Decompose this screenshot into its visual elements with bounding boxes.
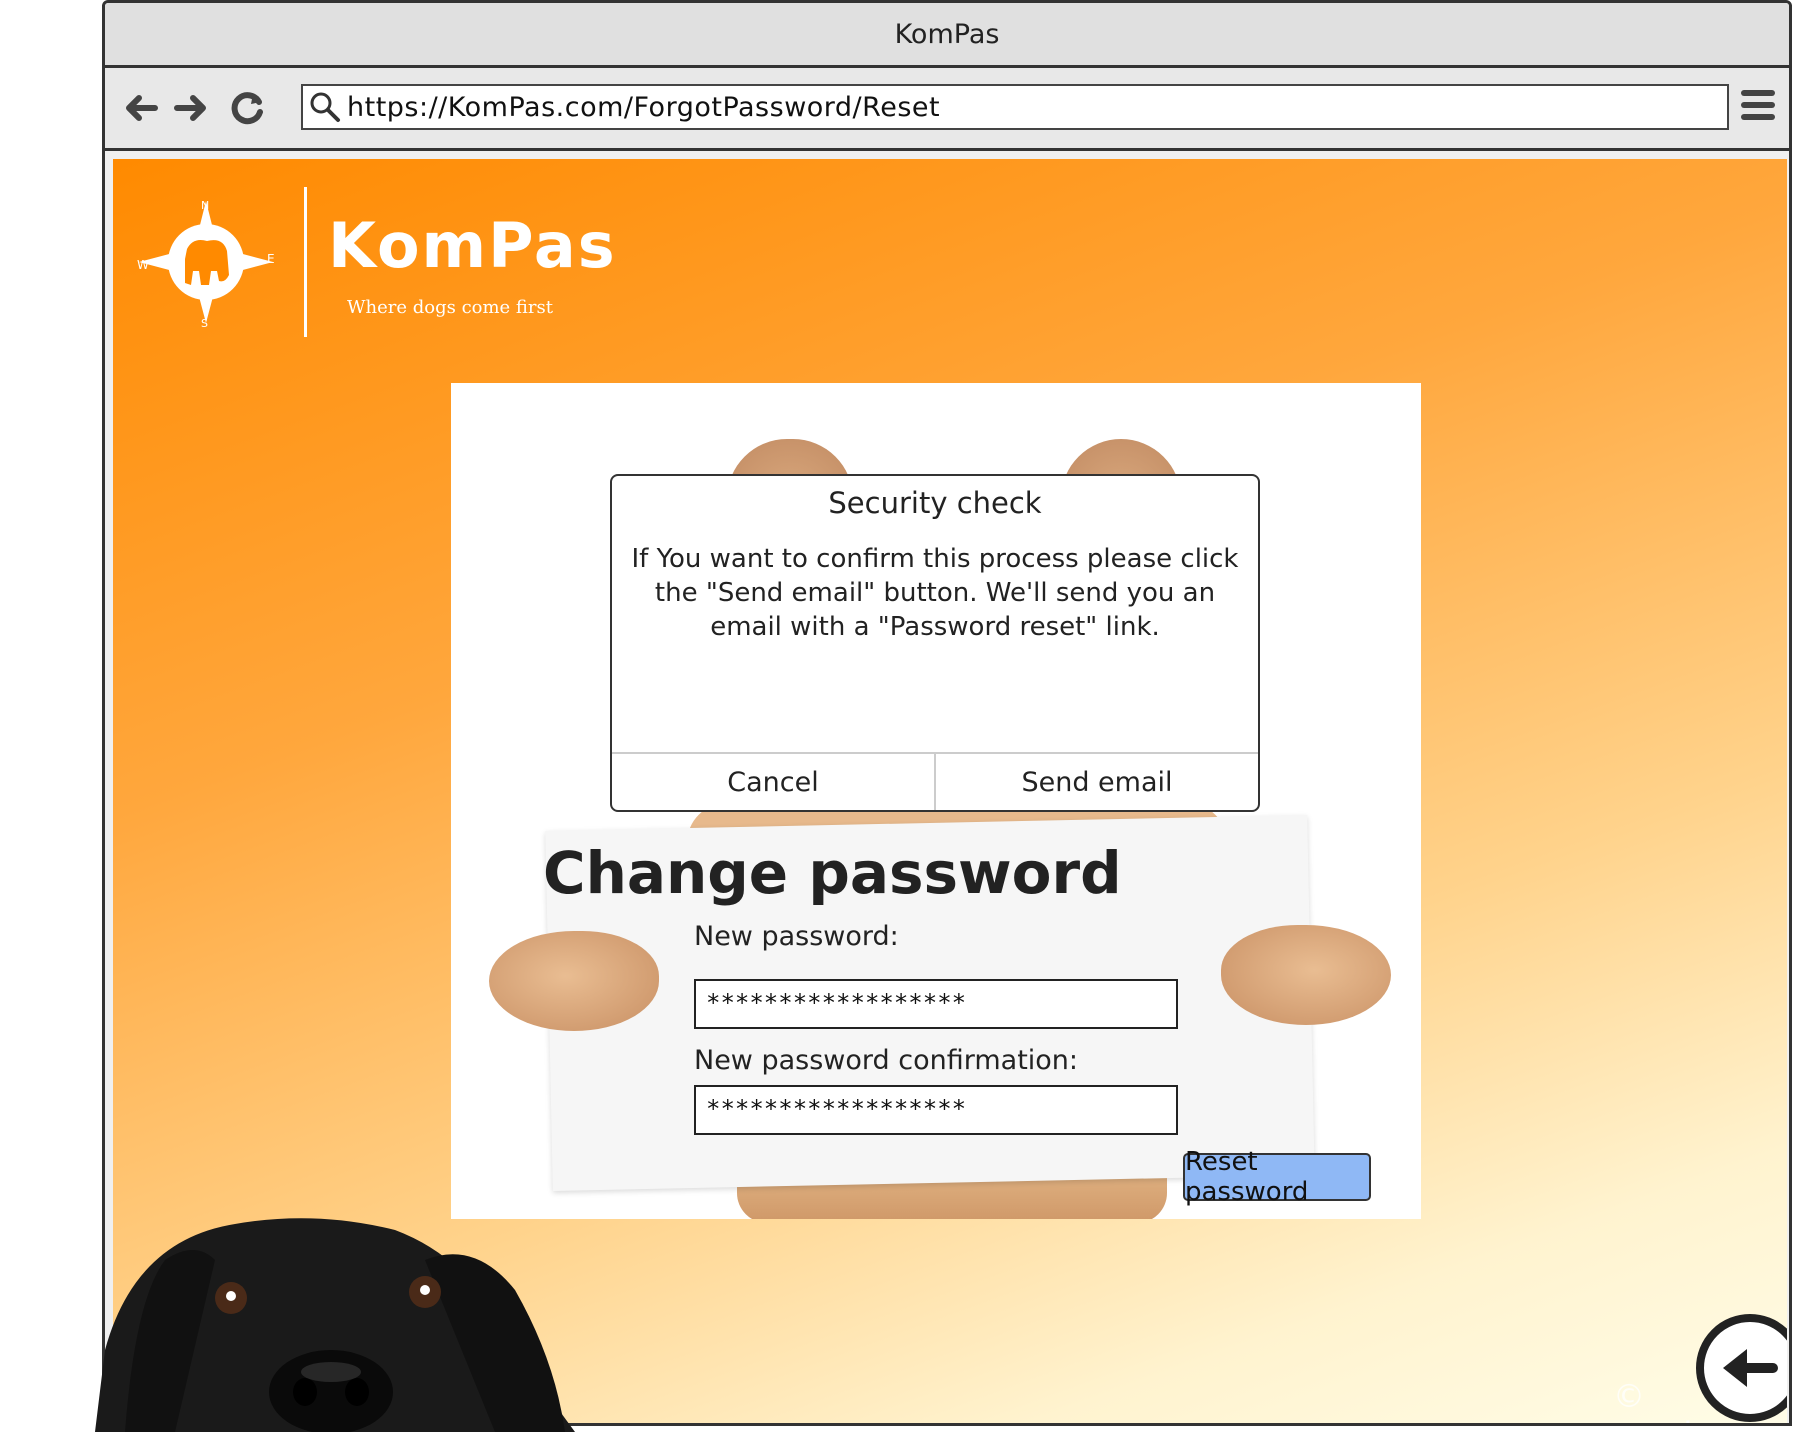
brand-name: KomPas [328, 209, 617, 282]
dog-paw-right [1221, 925, 1391, 1025]
black-dog-image [95, 1218, 575, 1432]
dialog-title: Security check [828, 486, 1042, 520]
reload-icon [231, 92, 263, 125]
address-bar[interactable]: https://KomPas.com/ForgotPassword/Reset [301, 84, 1729, 130]
compass-dog-icon: W E S N [137, 199, 275, 327]
back-button[interactable] [121, 88, 161, 128]
confirm-password-label: New password confirmation: [694, 1045, 1079, 1076]
site-logo[interactable]: W E S N KomPas Where dogs come first [131, 187, 615, 337]
security-check-dialog: Security check If You want to confirm th… [610, 474, 1260, 812]
arrow-left-icon [126, 95, 158, 121]
window-title: KomPas [894, 18, 1000, 50]
forward-button[interactable] [171, 88, 211, 128]
arrow-right-icon [174, 95, 206, 121]
page-title: Change password [543, 839, 1122, 907]
brand-tagline: Where dogs come first [347, 297, 554, 318]
navigation-bar: https://KomPas.com/ForgotPassword/Reset [105, 68, 1789, 151]
hamburger-icon [1741, 90, 1775, 96]
new-password-input[interactable]: ****************** [694, 979, 1178, 1029]
cancel-button[interactable]: Cancel [612, 754, 936, 810]
reload-button[interactable] [227, 88, 267, 128]
watermark: © xmple.com [1613, 1377, 1787, 1423]
search-icon [303, 85, 347, 129]
svg-text:S: S [201, 317, 208, 327]
confirm-password-input[interactable]: ****************** [694, 1085, 1178, 1135]
svg-text:W: W [137, 258, 149, 272]
svg-text:E: E [267, 252, 275, 266]
dialog-message: If You want to confirm this process plea… [631, 544, 1239, 642]
window-titlebar: KomPas [105, 3, 1789, 68]
dialog-actions: Cancel Send email [612, 752, 1258, 810]
dog-paw-left [489, 931, 659, 1031]
url-text: https://KomPas.com/ForgotPassword/Reset [347, 91, 941, 123]
svg-text:N: N [201, 199, 209, 212]
reset-password-button[interactable]: Reset password [1183, 1147, 1371, 1207]
send-email-button[interactable]: Send email [936, 754, 1258, 810]
new-password-label: New password: [694, 921, 899, 952]
logo-divider [304, 187, 307, 337]
menu-button[interactable] [1741, 90, 1775, 126]
